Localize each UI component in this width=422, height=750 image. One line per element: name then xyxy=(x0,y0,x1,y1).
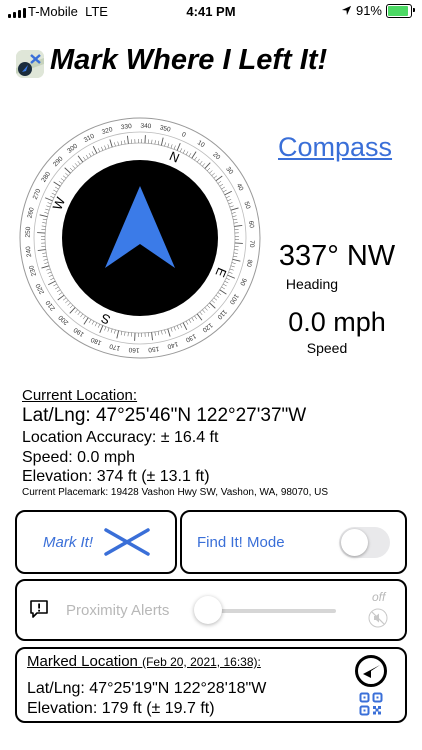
compass-degree-label: 330 xyxy=(121,123,133,131)
compass-degree-label: 340 xyxy=(140,123,152,131)
compass-degree-label: 250 xyxy=(25,226,33,238)
find-it-mode-label: Find It! Mode xyxy=(197,534,285,551)
compass-degree-label: 240 xyxy=(25,245,33,257)
battery-percent: 91% xyxy=(355,3,382,18)
compass-degree-label: 160 xyxy=(128,346,140,354)
marked-location-heading: Marked Location xyxy=(27,653,138,670)
alert-bubble-icon xyxy=(30,600,48,618)
mark-it-button[interactable] xyxy=(15,510,177,574)
battery-charging-icon xyxy=(386,3,415,18)
marked-elevation: Elevation: 179 ft (± 19.7 ft) xyxy=(27,700,215,717)
marked-latlng: Lat/Lng: 47°25'19"N 122°28'18"W xyxy=(27,680,267,697)
qr-code-icon[interactable] xyxy=(359,692,383,716)
marked-location-title: Marked Location (Feb 20, 2021, 16:38): xyxy=(27,653,261,670)
toggle-knob xyxy=(341,529,368,556)
mute-icon[interactable] xyxy=(367,607,389,629)
off-label: off xyxy=(372,590,386,604)
status-right: 91% xyxy=(341,3,415,18)
mark-it-label: Mark It! xyxy=(43,534,94,551)
compass-degree-label: 60 xyxy=(247,220,255,228)
proximity-alerts-label: Proximity Alerts xyxy=(66,602,170,619)
app-logo-icon xyxy=(16,50,44,78)
current-elevation: Elevation: 374 ft (± 13.1 ft) xyxy=(22,468,210,485)
speed-label: Speed xyxy=(306,340,348,356)
marked-location-date: (Feb 20, 2021, 16:38): xyxy=(142,655,261,669)
find-it-toggle[interactable] xyxy=(339,527,390,558)
location-accuracy: Location Accuracy: ± 16.4 ft xyxy=(22,429,219,446)
app-title: Mark Where I Left It! xyxy=(50,44,328,76)
compass-dial[interactable]: 0102030405060708090100110120130140150160… xyxy=(18,116,262,360)
status-bar: T-Mobile LTE 4:41 PM 91% xyxy=(0,0,422,24)
heading-label: Heading xyxy=(285,276,339,292)
x-cross-icon xyxy=(104,528,150,556)
compass-degree-label: 150 xyxy=(147,345,159,353)
current-speed: Speed: 0.0 mph xyxy=(22,449,135,466)
current-location-title: Current Location: xyxy=(22,387,138,404)
proximity-slider-knob[interactable] xyxy=(194,596,222,624)
location-arrow-icon xyxy=(341,5,352,16)
current-latlng: Lat/Lng: 47°25'46"N 122°27'37"W xyxy=(22,405,307,426)
compass-link[interactable]: Compass xyxy=(278,132,392,163)
navigate-arrow-icon[interactable] xyxy=(354,654,388,688)
heading-value: 337° NW xyxy=(278,240,396,272)
speed-value: 0.0 mph xyxy=(288,307,386,337)
compass-degree-label: 70 xyxy=(248,240,255,248)
current-placemark: Current Placemark: 19428 Vashon Hwy SW, … xyxy=(22,487,329,498)
proximity-slider-track[interactable] xyxy=(206,609,336,613)
